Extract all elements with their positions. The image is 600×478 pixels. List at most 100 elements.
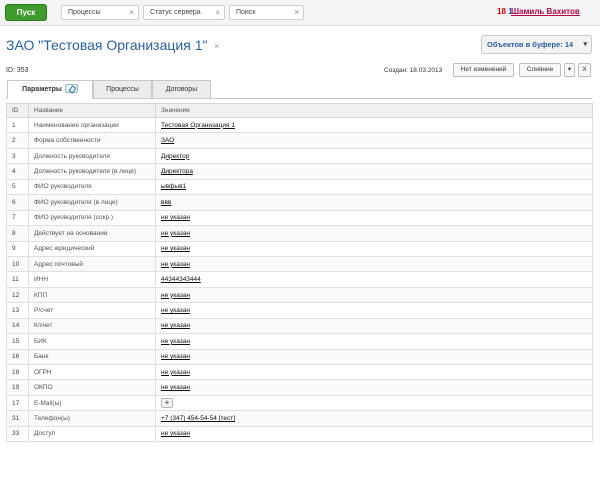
table-row[interactable]: 16 Банк не указан <box>6 348 593 366</box>
row-name: Наименование организации <box>28 116 156 134</box>
add-email-button[interactable]: + <box>161 398 173 409</box>
row-id: 8 <box>6 225 29 242</box>
row-id: 33 <box>6 425 29 443</box>
column-header-id[interactable]: ID <box>6 103 29 118</box>
row-value-link[interactable]: не указан <box>161 384 190 391</box>
row-value-cell: не указан <box>155 363 593 381</box>
start-button[interactable]: Пуск <box>5 4 47 21</box>
row-value-link[interactable]: не указан <box>161 322 190 329</box>
row-value-link[interactable]: 44344343444 <box>161 276 201 283</box>
tab-processes[interactable]: Процессы <box>93 80 152 99</box>
table-row[interactable]: 19 ОКПО не указан <box>6 379 593 396</box>
row-name: Действует на основании <box>28 225 156 242</box>
task-tab-label: Процессы <box>68 9 101 16</box>
row-value-link[interactable]: не указан <box>161 292 190 299</box>
row-id: 2 <box>6 132 29 149</box>
merge-button[interactable]: Слияние <box>519 63 561 77</box>
task-tab-search[interactable]: Поиск × <box>229 5 304 20</box>
table-row[interactable]: 6 ФИО руководителя (в лице) ввв <box>6 194 593 211</box>
column-header-name[interactable]: Название <box>28 103 156 118</box>
row-value-cell: Директора <box>155 163 593 180</box>
table-row[interactable]: 13 Р/счет не указан <box>6 302 593 319</box>
row-value-cell: +7 (347) 454-54-54 [тест] <box>155 410 593 427</box>
row-value-link[interactable]: Директора <box>161 168 193 175</box>
row-value-link[interactable]: не указан <box>161 338 190 345</box>
tab-label: Договоры <box>165 86 198 93</box>
row-name: Доступ <box>28 425 156 443</box>
row-value-link[interactable]: ввв <box>161 199 171 206</box>
close-icon[interactable]: × <box>294 8 299 18</box>
row-id: 6 <box>6 194 29 211</box>
row-value-link[interactable]: не указан <box>161 261 190 268</box>
buffer-dropdown[interactable]: Объектов в буфере: 14 ▾ <box>481 35 592 54</box>
row-name: Адрес почтовый <box>28 255 156 273</box>
table-row[interactable]: 10 Адрес почтовый не указан <box>6 255 593 273</box>
row-value-link[interactable]: не указан <box>161 430 190 437</box>
row-name: ФИО руководителя (в лице) <box>28 194 156 211</box>
no-changes-button[interactable]: Нет изменений <box>453 63 514 77</box>
row-name: Форма собственности <box>28 132 156 149</box>
row-value-cell: 44344343444 <box>155 271 593 288</box>
row-value-link[interactable]: не указан <box>161 245 190 252</box>
row-id: 19 <box>6 379 29 396</box>
column-header-value[interactable]: Значение <box>155 103 593 118</box>
row-value-link[interactable]: не указан <box>161 369 190 376</box>
table-row[interactable]: 1 Наименование организации Тестовая Органи… <box>6 116 593 134</box>
close-icon[interactable]: × <box>214 41 219 51</box>
table-row[interactable]: 3 Должность руководителя Директор <box>6 147 593 165</box>
table-row[interactable]: 18 ОГРН не указан <box>6 363 593 381</box>
task-tab-processes[interactable]: Процессы × <box>61 5 139 20</box>
row-id: 9 <box>6 240 29 257</box>
close-icon[interactable]: × <box>215 8 220 18</box>
merge-dropdown-button[interactable]: ▾ <box>564 63 575 77</box>
row-id: 7 <box>6 209 29 227</box>
task-tab-server-status[interactable]: Статус сервера × <box>143 5 225 20</box>
row-id: 1 <box>6 116 29 134</box>
row-value-link[interactable]: Тестовая Организация 1 <box>161 122 235 129</box>
tab-contracts[interactable]: Договоры <box>152 80 211 99</box>
table-row[interactable]: 11 ИНН 44344343444 <box>6 271 593 288</box>
table-row[interactable]: 33 Доступ не указан <box>6 425 593 443</box>
table-row[interactable]: 4 Должность руководителя (в лице) Директор… <box>6 163 593 180</box>
table-row[interactable]: 17 E-Mail(ы) + <box>6 394 593 412</box>
row-id: 12 <box>6 286 29 304</box>
row-id: 11 <box>6 271 29 288</box>
close-icon[interactable]: × <box>129 8 134 18</box>
top-bar: Пуск Процессы × Статус сервера × Поиск ×… <box>0 0 600 26</box>
row-name: БИК <box>28 333 156 350</box>
table-row[interactable]: 8 Действует на основании не указан <box>6 225 593 242</box>
row-name: ОКПО <box>28 379 156 396</box>
table-row[interactable]: 14 К/счет не указан <box>6 317 593 335</box>
row-id: 16 <box>6 348 29 366</box>
row-value-link[interactable]: ЗАО <box>161 137 174 144</box>
row-value-link[interactable]: не указан <box>161 214 190 221</box>
table-row[interactable]: 31 Телефон(ы) +7 (347) 454-54-54 [тест] <box>6 410 593 427</box>
row-value-cell: не указан <box>155 425 593 443</box>
row-value-cell: ЗАО <box>155 132 593 149</box>
close-object-button[interactable]: X <box>578 63 591 77</box>
table-row[interactable]: 5 ФИО руководителя ывфыв1 <box>6 178 593 196</box>
table-header-row: ID Название Значение <box>6 103 593 118</box>
table-row[interactable]: 7 ФИО руководителя (сокр.) не указан <box>6 209 593 227</box>
tab-parameters[interactable]: Параметры <box>7 80 93 99</box>
tab-label: Процессы <box>106 86 139 93</box>
row-id: 18 <box>6 363 29 381</box>
table-row[interactable]: 15 БИК не указан <box>6 333 593 350</box>
row-value-cell: не указан <box>155 255 593 273</box>
row-value-link[interactable]: Директор <box>161 153 189 160</box>
row-value-link[interactable]: ывфыв1 <box>161 183 186 190</box>
edit-icon[interactable] <box>64 83 78 93</box>
row-name: Р/счет <box>28 302 156 319</box>
table-row[interactable]: 9 Адрес юридический не указан <box>6 240 593 257</box>
table-row[interactable]: 2 Форма собственности ЗАО <box>6 132 593 149</box>
row-value-link[interactable]: +7 (347) 454-54-54 [тест] <box>161 415 235 422</box>
row-name: Банк <box>28 348 156 366</box>
user-name-link[interactable]: Шамиль Вахитов <box>511 7 580 16</box>
task-tab-label: Поиск <box>236 9 256 16</box>
row-name: Должность руководителя (в лице) <box>28 163 156 180</box>
row-value-link[interactable]: не указан <box>161 230 190 237</box>
row-value-link[interactable]: не указан <box>161 353 190 360</box>
row-name: ИНН <box>28 271 156 288</box>
table-row[interactable]: 12 КПП не указан <box>6 286 593 304</box>
row-value-link[interactable]: не указан <box>161 307 190 314</box>
